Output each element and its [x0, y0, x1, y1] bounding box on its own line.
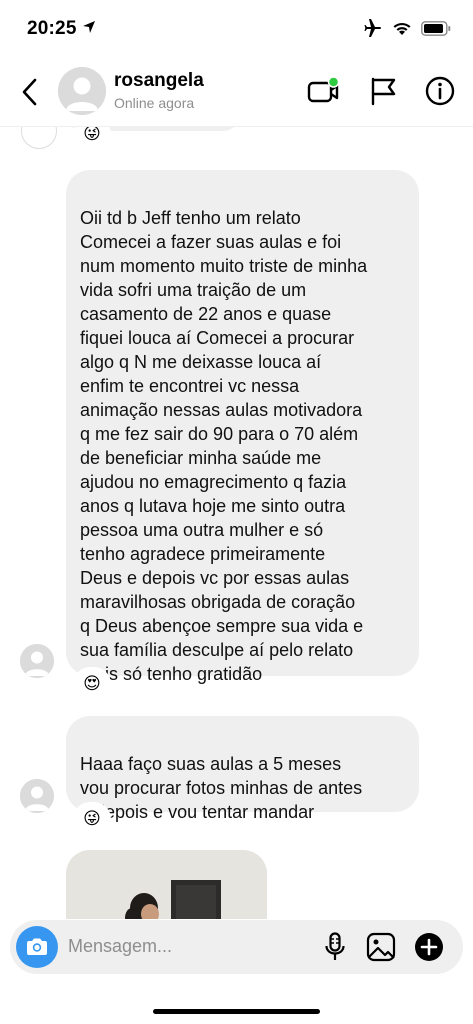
message-reaction[interactable]: 😜	[75, 127, 109, 149]
status-time: 20:25	[27, 18, 77, 39]
home-indicator	[153, 1009, 320, 1014]
camera-button[interactable]	[16, 926, 58, 968]
chat-header: rosangela Online agora	[0, 60, 473, 127]
camera-icon	[27, 938, 47, 955]
sender-avatar	[21, 127, 57, 149]
message-reaction[interactable]: 😍	[75, 669, 109, 699]
message-list[interactable]: 😜 Oii td b Jeff tenho um relato Comecei …	[0, 127, 473, 919]
airplane-icon	[364, 19, 381, 37]
battery-icon	[421, 20, 451, 36]
message-bubble[interactable]: Haaa faço suas aulas a 5 meses vou procu…	[66, 716, 419, 822]
sender-avatar	[20, 644, 54, 678]
message-composer: Mensagem...	[10, 920, 463, 974]
info-icon[interactable]	[423, 74, 457, 108]
status-bar: 20:25	[0, 0, 473, 60]
contact-avatar[interactable]	[58, 67, 106, 115]
location-arrow-icon	[83, 21, 95, 33]
gallery-icon[interactable]	[366, 932, 396, 962]
back-arrow-icon[interactable]	[16, 76, 44, 108]
default-avatar-icon	[20, 644, 54, 678]
add-icon[interactable]	[414, 932, 444, 962]
message-bubble[interactable]: Oii td b Jeff tenho um relato Comecei a …	[66, 170, 419, 684]
microphone-icon[interactable]	[324, 932, 346, 962]
contact-name[interactable]: rosangela	[114, 70, 204, 92]
message-text: Haaa faço suas aulas a 5 meses vou procu…	[80, 754, 363, 822]
photo-thumbnail	[66, 850, 267, 919]
message-reaction[interactable]: 😜	[75, 804, 109, 834]
wifi-icon	[393, 22, 411, 35]
sender-avatar	[20, 779, 54, 813]
photo-message[interactable]	[66, 850, 267, 919]
default-avatar-icon	[20, 779, 54, 813]
contact-status: Online agora	[114, 95, 195, 111]
status-icons	[363, 19, 451, 37]
default-avatar-icon	[58, 67, 106, 115]
video-call-icon[interactable]	[306, 74, 340, 108]
message-text: Oii td b Jeff tenho um relato Comecei a …	[80, 208, 368, 684]
message-input[interactable]: Mensagem...	[68, 936, 172, 957]
flag-icon[interactable]	[366, 74, 400, 108]
